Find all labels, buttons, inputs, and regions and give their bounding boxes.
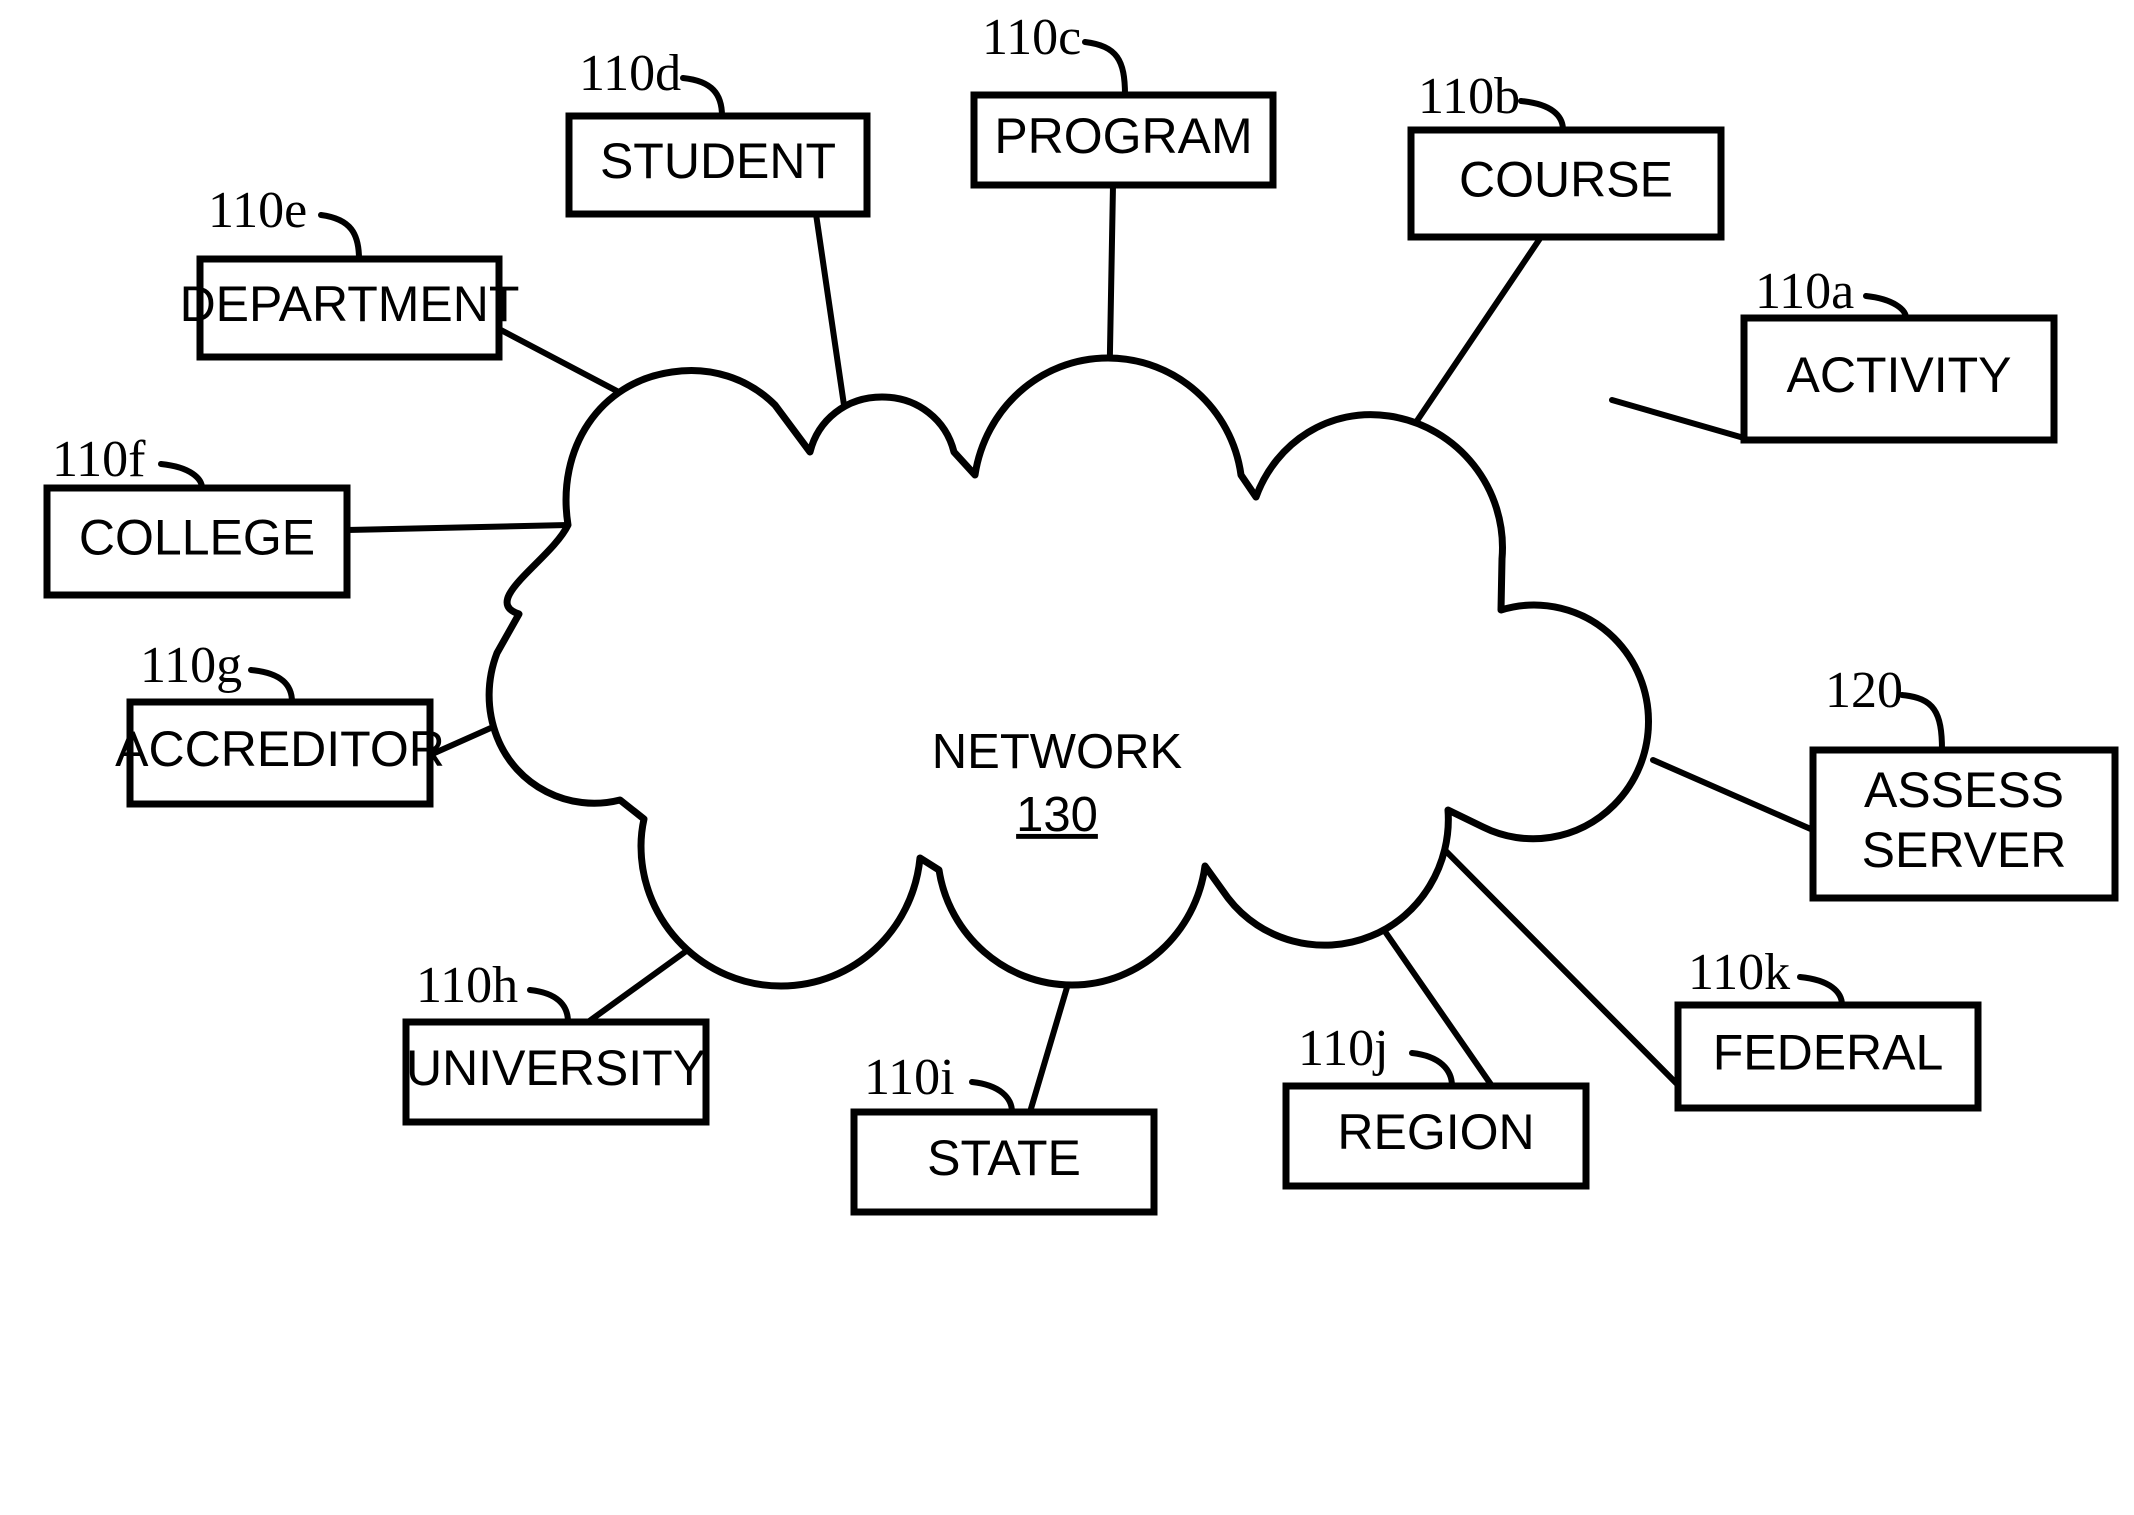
leader-line-federal [1797,974,1845,1008]
node-label-student: STUDENT [600,133,836,189]
cloud-ref-number: 130 [1016,788,1098,842]
node-region[interactable]: REGION 110j [1282,1020,1590,1190]
diagram-svg: NETWORK 130 ACTIVITY 110a COURSE 110b PROGRA… [43,9,2119,1216]
node-label-course: COURSE [1459,152,1673,208]
node-label-college: COLLEGE [79,510,315,566]
reference-numeral-region: 110j [1298,1020,1389,1077]
network-link-assess-server [1650,757,1816,833]
node-university[interactable]: UNIVERSITY 110h [402,957,710,1126]
reference-numeral-accreditor: 110g [140,637,242,694]
node-label-accreditor: ACCREDITOR [115,721,445,777]
reference-numeral-state: 110i [864,1049,955,1106]
leader-line-college [158,461,205,491]
reference-numeral-assess-server: 120 [1825,662,1903,719]
reference-numeral-course: 110b [1418,68,1520,125]
node-label-program: PROGRAM [994,108,1252,164]
reference-numeral-department: 110e [208,182,307,239]
node-college[interactable]: COLLEGE 110f [43,431,351,599]
leader-line-program [1082,39,1128,98]
network-cloud: NETWORK 130 [485,354,1652,990]
node-label-state: STATE [927,1130,1081,1186]
reference-numeral-federal: 110k [1688,944,1790,1001]
node-state[interactable]: STATE 110i [850,1049,1158,1216]
node-label-university: UNIVERSITY [406,1040,706,1096]
node-program[interactable]: PROGRAM 110c [970,9,1277,189]
leader-line-accreditor [248,667,295,705]
node-student[interactable]: STUDENT 110d [565,45,871,218]
cloud-title: NETWORK [932,725,1183,779]
network-link-college [344,522,571,533]
leader-line-region [1409,1050,1455,1089]
node-label-assess-server: SERVER [1862,822,2067,878]
leader-line-department [318,212,362,262]
node-label-department: DEPARTMENT [180,276,520,332]
network-link-activity [1609,397,1747,441]
cloud-outline [485,354,1652,990]
node-course[interactable]: COURSE 110b [1407,68,1725,241]
reference-numeral-student: 110d [579,45,681,102]
node-label-region: REGION [1337,1104,1534,1160]
leader-line-university [527,987,571,1025]
node-federal[interactable]: FEDERAL 110k [1674,944,1982,1112]
reference-numeral-university: 110h [416,957,518,1014]
leader-line-student [680,75,725,119]
node-label-assess-server: ASSESS [1864,762,2064,818]
patent-figure-canvas: NETWORK 130 ACTIVITY 110a COURSE 110b PROGRA… [0,0,2134,1515]
node-label-activity: ACTIVITY [1786,347,2011,403]
reference-numeral-college: 110f [52,431,146,488]
node-assess-server[interactable]: ASSESSSERVER 120 [1809,662,2119,902]
reference-numeral-activity: 110a [1755,263,1854,320]
node-department[interactable]: DEPARTMENT 110e [180,182,520,361]
leader-line-assess-server [1899,692,1945,753]
node-activity[interactable]: ACTIVITY 110a [1740,263,2058,444]
leader-line-state [969,1079,1015,1115]
node-accreditor[interactable]: ACCREDITOR 110g [115,637,445,808]
leader-line-course [1518,98,1566,133]
reference-numeral-program: 110c [982,9,1081,66]
node-label-federal: FEDERAL [1713,1025,1944,1081]
